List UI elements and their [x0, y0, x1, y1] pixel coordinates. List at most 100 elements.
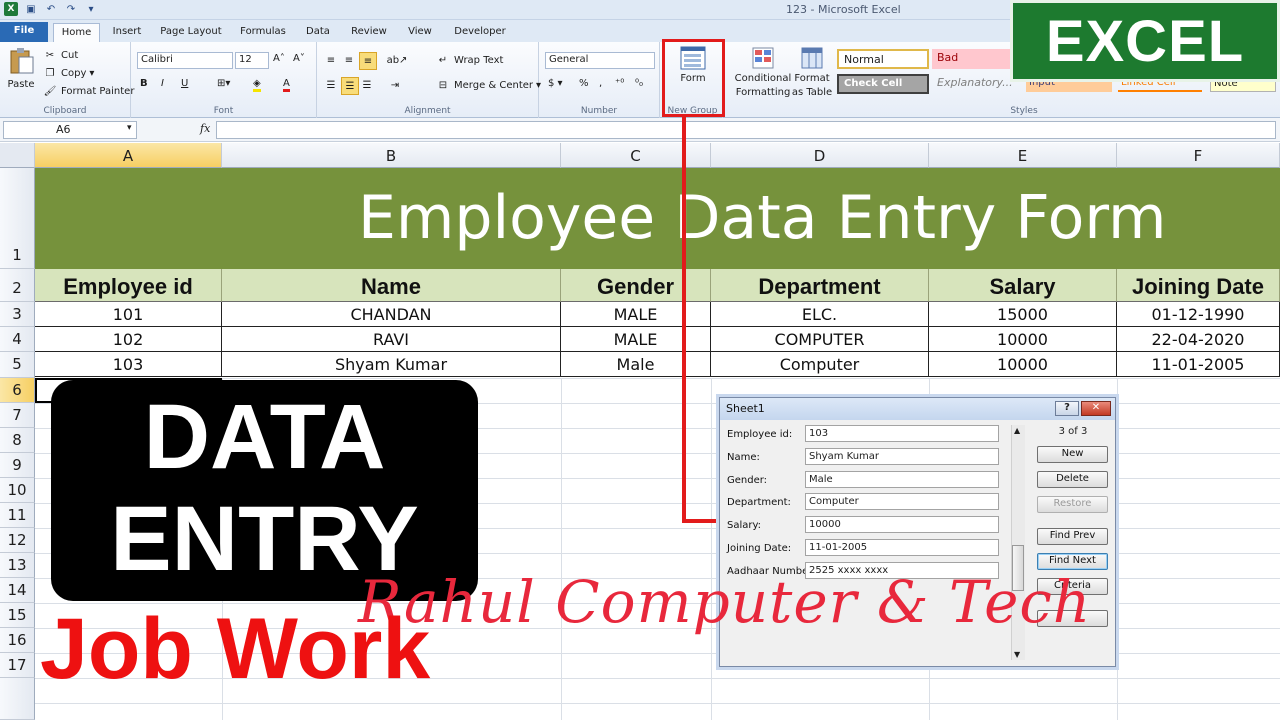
row-header[interactable]: 15: [0, 603, 35, 628]
tab-formulas[interactable]: Formulas: [236, 23, 290, 42]
data-cell[interactable]: 101: [35, 302, 222, 327]
format-as-table-button[interactable]: Format as Table: [792, 46, 832, 98]
data-cell[interactable]: Computer: [711, 352, 929, 377]
row-header[interactable]: 11: [0, 503, 35, 528]
header-cell[interactable]: Joining Date: [1117, 269, 1280, 302]
formula-input[interactable]: [216, 121, 1276, 139]
tab-file[interactable]: File: [0, 22, 48, 42]
indent-button[interactable]: ⇥: [387, 77, 403, 93]
data-cell[interactable]: 01-12-1990: [1117, 302, 1280, 327]
style-bad[interactable]: Bad: [932, 49, 1010, 69]
align-left-button[interactable]: ☰: [323, 77, 339, 93]
font-name-select[interactable]: Calibri: [137, 52, 233, 69]
conditional-formatting-button[interactable]: Conditional Formatting: [730, 46, 796, 98]
salary-field[interactable]: 10000: [805, 516, 999, 533]
scroll-up-icon[interactable]: ▲: [1014, 426, 1020, 435]
row-header[interactable]: 4: [0, 327, 35, 352]
row-header[interactable]: 3: [0, 302, 35, 327]
data-cell[interactable]: COMPUTER: [711, 327, 929, 352]
new-button[interactable]: New: [1037, 446, 1108, 463]
top-align-button[interactable]: ≡: [323, 52, 339, 68]
data-cell[interactable]: 10000: [929, 352, 1117, 377]
fx-icon[interactable]: fx: [200, 122, 210, 135]
help-button[interactable]: ?: [1055, 401, 1079, 416]
underline-button[interactable]: U: [181, 78, 188, 89]
row-header[interactable]: 13: [0, 553, 35, 578]
customize-qat-icon[interactable]: ▾: [84, 2, 98, 16]
data-cell[interactable]: 103: [35, 352, 222, 377]
row-header[interactable]: 2: [0, 269, 35, 302]
tab-data[interactable]: Data: [302, 23, 334, 42]
tab-insert[interactable]: Insert: [106, 23, 148, 42]
name-field[interactable]: Shyam Kumar: [805, 448, 999, 465]
header-cell[interactable]: Salary: [929, 269, 1117, 302]
row-header[interactable]: 5: [0, 352, 35, 378]
chevron-down-icon[interactable]: ▾: [127, 123, 132, 133]
row-header[interactable]: 7: [0, 403, 35, 428]
joining-date-field[interactable]: 11-01-2005: [805, 539, 999, 556]
font-size-select[interactable]: 12: [235, 52, 269, 69]
style-normal[interactable]: Normal: [837, 49, 929, 69]
row-header[interactable]: 14: [0, 578, 35, 603]
column-header-e[interactable]: E: [929, 143, 1117, 168]
data-cell[interactable]: 11-01-2005: [1117, 352, 1280, 377]
row-header[interactable]: 8: [0, 428, 35, 453]
restore-button[interactable]: Restore: [1037, 496, 1108, 513]
department-field[interactable]: Computer: [805, 493, 999, 510]
data-cell[interactable]: CHANDAN: [222, 302, 561, 327]
header-cell[interactable]: Department: [711, 269, 929, 302]
wrap-text-button[interactable]: ↵ Wrap Text: [435, 52, 504, 68]
save-icon[interactable]: ▣: [24, 2, 38, 16]
delete-button[interactable]: Delete: [1037, 471, 1108, 488]
copy-button[interactable]: ❐ Copy ▾: [42, 65, 95, 81]
row-header[interactable]: 9: [0, 453, 35, 478]
increase-decimal-button[interactable]: ⁺⁰: [615, 78, 624, 89]
data-cell[interactable]: 15000: [929, 302, 1117, 327]
header-cell[interactable]: Gender: [561, 269, 711, 302]
tab-review[interactable]: Review: [347, 23, 391, 42]
column-header-a[interactable]: A: [35, 143, 222, 168]
italic-button[interactable]: I: [161, 78, 164, 89]
select-all-corner[interactable]: [0, 143, 35, 168]
data-cell[interactable]: 10000: [929, 327, 1117, 352]
orientation-button[interactable]: ab↗: [387, 52, 408, 68]
merge-center-button[interactable]: ⊟ Merge & Center ▾: [435, 77, 541, 93]
number-format-select[interactable]: General: [545, 52, 655, 69]
scroll-down-icon[interactable]: ▼: [1014, 650, 1020, 659]
tab-page-layout[interactable]: Page Layout: [158, 23, 224, 42]
column-header-d[interactable]: D: [711, 143, 929, 168]
tab-developer[interactable]: Developer: [449, 23, 511, 42]
data-cell[interactable]: Shyam Kumar: [222, 352, 561, 377]
row-header[interactable]: 6: [0, 378, 35, 403]
undo-icon[interactable]: ↶: [44, 2, 58, 16]
close-icon[interactable]: ✕: [1081, 401, 1111, 416]
align-right-button[interactable]: ☰: [359, 77, 375, 93]
employee-id-field[interactable]: 103: [805, 425, 999, 442]
bold-button[interactable]: B: [140, 78, 148, 89]
column-header-b[interactable]: B: [222, 143, 561, 168]
percent-button[interactable]: %: [579, 78, 589, 89]
paste-button[interactable]: Paste: [6, 46, 36, 90]
data-cell[interactable]: Male: [561, 352, 711, 377]
row-header[interactable]: 12: [0, 528, 35, 553]
align-center-button[interactable]: ☰: [341, 77, 359, 95]
data-cell[interactable]: MALE: [561, 302, 711, 327]
redo-icon[interactable]: ↷: [64, 2, 78, 16]
data-cell[interactable]: 102: [35, 327, 222, 352]
decrease-decimal-button[interactable]: ⁰₀: [635, 78, 643, 89]
bottom-align-button[interactable]: ≡: [359, 52, 377, 70]
row-header[interactable]: 1: [0, 168, 35, 269]
cut-button[interactable]: ✂ Cut: [42, 47, 78, 63]
format-painter-button[interactable]: 🖌 Format Painter: [42, 83, 135, 99]
header-cell[interactable]: Name: [222, 269, 561, 302]
middle-align-button[interactable]: ≡: [341, 52, 357, 68]
name-box[interactable]: A6: [3, 121, 137, 139]
data-cell[interactable]: 22-04-2020: [1117, 327, 1280, 352]
borders-button[interactable]: ⊞▾: [217, 78, 230, 89]
header-cell[interactable]: Employee id: [35, 269, 222, 302]
data-cell[interactable]: ELC.: [711, 302, 929, 327]
tab-view[interactable]: View: [403, 23, 437, 42]
data-cell[interactable]: MALE: [561, 327, 711, 352]
font-color-button[interactable]: A: [283, 78, 290, 92]
currency-button[interactable]: $ ▾: [548, 78, 563, 89]
